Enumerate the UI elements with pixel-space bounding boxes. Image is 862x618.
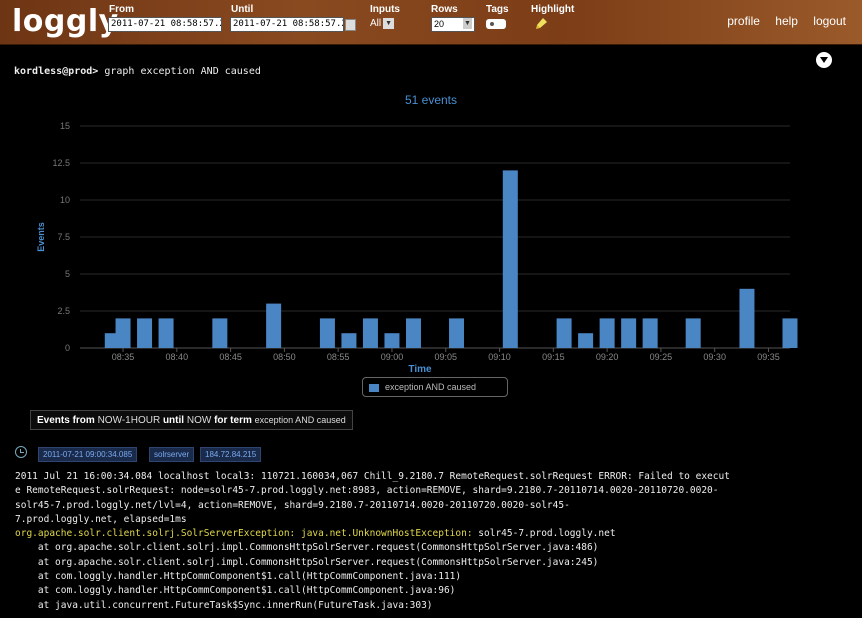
logo[interactable]: loggly xyxy=(12,4,119,39)
summary-until: NOW xyxy=(186,415,212,426)
exception-class: org.apache.solr.client.solrj.SolrServerE… xyxy=(15,528,473,540)
y-tick-label: 0 xyxy=(65,343,70,353)
chart-legend[interactable]: exception AND caused xyxy=(362,377,508,397)
y-tick-label: 7.5 xyxy=(57,232,70,242)
from-input[interactable]: 2011-07-21 08:58:57.22 xyxy=(108,17,222,32)
summary-term: exception AND caused xyxy=(254,415,346,425)
chart-bar xyxy=(782,318,798,348)
exception-host: solr45-7.prod.loggly.net xyxy=(472,528,616,540)
chart-bar xyxy=(362,318,378,348)
highlighter-icon[interactable] xyxy=(535,16,549,30)
command-prompt[interactable]: kordless@prod> graph exception AND cause… xyxy=(14,66,261,77)
stack-line: at com.loggly.handler.HttpCommComponent$… xyxy=(15,571,462,583)
collapse-arrow-icon[interactable] xyxy=(816,52,832,68)
x-tick-label: 08:40 xyxy=(166,352,189,362)
top-bar: loggly From 2011-07-21 08:58:57.22 Until… xyxy=(0,0,862,45)
user-links: profile help logout xyxy=(715,14,846,28)
y-tick-label: 10 xyxy=(60,195,70,205)
chevron-down-icon: ▼ xyxy=(463,18,472,29)
highlight-label: Highlight xyxy=(531,4,575,15)
log-line: e RemoteRequest.solrRequest: node=solr45… xyxy=(15,485,719,497)
event-timestamp[interactable]: 2011-07-21 09:00:34.085 xyxy=(38,447,138,462)
until-label: Until xyxy=(231,4,254,15)
x-axis-label: Time xyxy=(408,364,432,375)
stack-line: at com.loggly.handler.HttpCommComponent$… xyxy=(15,585,456,597)
rows-select[interactable]: 20 ▼ xyxy=(431,17,475,32)
chart-bar xyxy=(449,318,465,348)
x-tick-label: 09:35 xyxy=(757,352,780,362)
chart-bar xyxy=(319,318,335,348)
chart-bar xyxy=(212,318,228,348)
tag-icon[interactable] xyxy=(486,19,506,29)
profile-link[interactable]: profile xyxy=(727,14,760,28)
chart-bar xyxy=(621,318,637,348)
stack-line: at org.apache.solr.client.solrj.impl.Com… xyxy=(15,542,599,554)
y-tick-label: 15 xyxy=(60,121,70,131)
chart-bar xyxy=(384,333,400,348)
log-line: 7.prod.loggly.net, elapsed=1ms xyxy=(15,513,187,525)
help-link[interactable]: help xyxy=(775,14,798,28)
x-tick-label: 09:15 xyxy=(542,352,565,362)
x-tick-label: 09:10 xyxy=(488,352,511,362)
chart-bar xyxy=(556,318,572,348)
x-tick-label: 08:45 xyxy=(219,352,242,362)
exception-line: org.apache.solr.client.solrj.SolrServerE… xyxy=(15,527,855,541)
stack-line: at org.apache.solr.client.solrj.impl.Com… xyxy=(15,556,599,568)
x-tick-label: 09:00 xyxy=(381,352,404,362)
chevron-down-icon: ▼ xyxy=(383,18,395,29)
event-source[interactable]: solrserver xyxy=(149,447,195,462)
clock-icon xyxy=(15,446,27,458)
chart-bar xyxy=(158,318,174,348)
x-tick-label: 09:30 xyxy=(703,352,726,362)
chart-bar xyxy=(137,318,153,348)
chart-bar xyxy=(266,303,282,348)
rows-value: 20 xyxy=(434,19,445,29)
events-chart: 0 2.5 5 7.5 10 12.5 15 Events 08:35 08:40 08:45 08:… xyxy=(36,121,798,375)
x-tick-label: 09:05 xyxy=(434,352,457,362)
x-tick-label: 09:25 xyxy=(650,352,673,362)
log-line: 2011 Jul 21 16:00:34.084 localhost local… xyxy=(15,471,730,482)
summary-text-2: until xyxy=(162,415,185,426)
chart-bar xyxy=(599,318,615,348)
tags-label: Tags xyxy=(486,4,509,15)
prompt-command: graph exception AND caused xyxy=(104,66,261,77)
y-axis-label: Events xyxy=(36,222,46,252)
chart-bar xyxy=(405,318,421,348)
y-tick-label: 12.5 xyxy=(52,158,70,168)
chart-bar xyxy=(685,318,701,348)
legend-swatch xyxy=(369,383,379,392)
summary-text-3: for term xyxy=(214,415,252,426)
rows-label: Rows xyxy=(431,4,458,15)
x-tick-label: 08:55 xyxy=(327,352,350,362)
chart-bar xyxy=(341,333,357,348)
x-tick-label: 08:35 xyxy=(112,352,135,362)
chart-bar xyxy=(739,288,755,348)
inputs-value: All xyxy=(370,18,382,30)
summary-from: NOW-1HOUR xyxy=(97,415,161,426)
from-label: From xyxy=(109,4,134,15)
legend-label: exception AND caused xyxy=(385,382,477,392)
prompt-user: kordless@prod> xyxy=(14,66,99,77)
stack-line: at java.util.concurrent.FutureTask$Sync.… xyxy=(15,599,433,611)
inputs-select[interactable]: All ▼ xyxy=(370,18,395,30)
event-ip[interactable]: 184.72.84.215 xyxy=(200,447,262,462)
inputs-label: Inputs xyxy=(370,4,400,15)
x-tick-label: 08:50 xyxy=(273,352,296,362)
query-summary: Events from NOW-1HOUR until NOW for term… xyxy=(30,410,353,430)
logout-link[interactable]: logout xyxy=(813,14,846,28)
chart-bar xyxy=(578,333,594,348)
chart-bar xyxy=(502,170,518,348)
until-input[interactable]: 2011-07-21 08:58:57.22 xyxy=(230,17,344,32)
y-tick-label: 2.5 xyxy=(57,306,70,316)
log-line: solr45-7.prod.loggly.net/lvl=4, action=R… xyxy=(15,499,570,511)
chart-bar xyxy=(115,318,131,348)
x-tick-label: 09:20 xyxy=(596,352,619,362)
chart-bar xyxy=(642,318,658,348)
calendar-icon[interactable] xyxy=(345,19,356,31)
summary-text-1: Events from xyxy=(37,415,95,426)
event-log: 2011 Jul 21 16:00:34.084 localhost local… xyxy=(15,470,855,613)
y-tick-label: 5 xyxy=(65,269,70,279)
